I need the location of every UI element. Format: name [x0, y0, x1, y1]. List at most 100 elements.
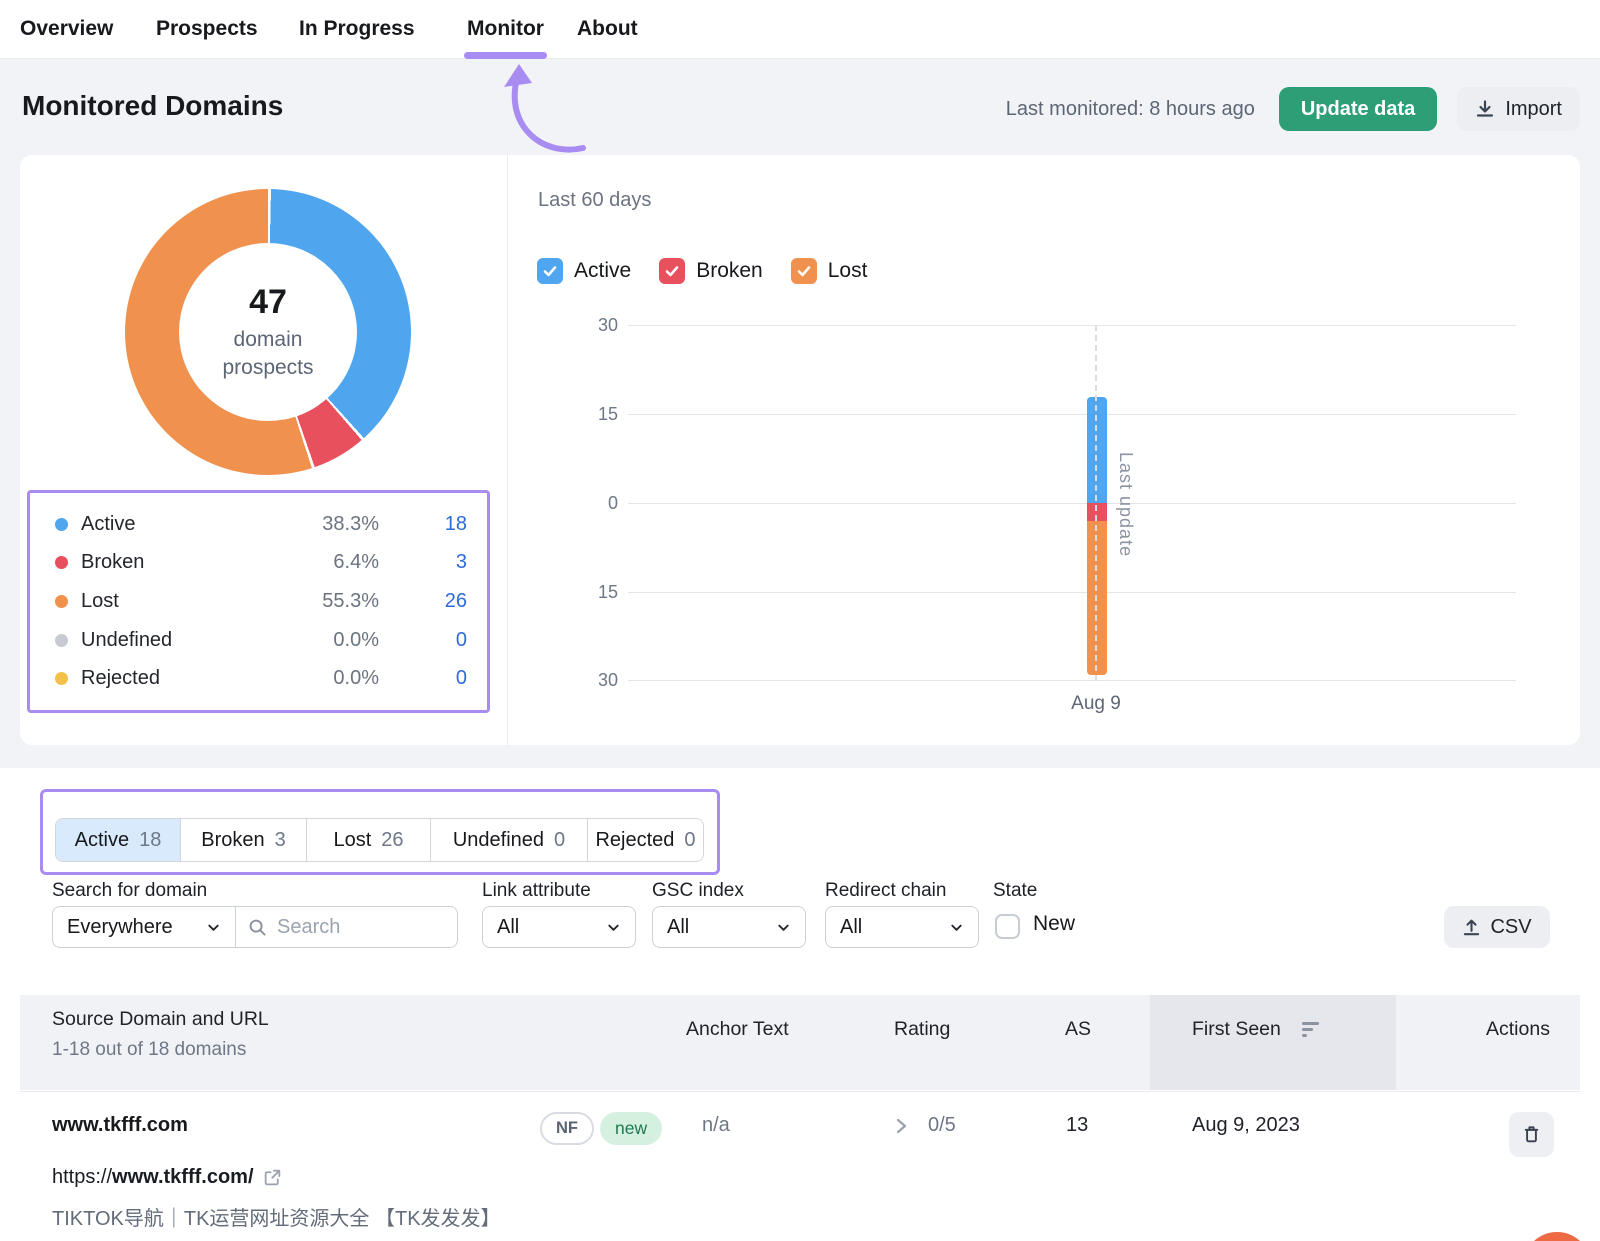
col-rating[interactable]: Rating [894, 1018, 950, 1041]
redirect-chain-value: All [840, 916, 862, 939]
legend-label: Undefined [81, 629, 279, 652]
tab-rejected[interactable]: Rejected 0 [588, 819, 703, 861]
y-tick: 30 [576, 670, 618, 691]
legend-row-broken: Broken 6.4% 3 [55, 551, 467, 574]
nav-tab-monitor[interactable]: Monitor [467, 0, 544, 59]
state-new-checkbox[interactable] [995, 914, 1020, 939]
donut-caption: domain prospects [203, 326, 333, 382]
checkbox-label: Lost [828, 259, 868, 283]
search-icon [248, 918, 267, 937]
nav-tab-in-progress[interactable]: In Progress [299, 0, 415, 59]
legend-count-link[interactable]: 26 [379, 590, 467, 613]
legend-count-link[interactable]: 0 [379, 667, 467, 690]
search-scope-dropdown[interactable]: Everywhere [52, 906, 235, 948]
redirect-chain-label: Redirect chain [825, 880, 946, 902]
nav-tab-about[interactable]: About [577, 0, 638, 59]
row-source-url-link[interactable]: https://www.tkfff.com/ [52, 1166, 282, 1189]
legend-row-undefined: Undefined 0.0% 0 [55, 629, 467, 652]
legend-count-link[interactable]: 0 [379, 629, 467, 652]
sort-descending-icon[interactable] [1302, 1022, 1319, 1037]
domain-status-donut-chart[interactable]: 47 domain prospects [125, 189, 411, 475]
csv-button-label: CSV [1490, 916, 1531, 939]
legend-label: Active [81, 513, 279, 536]
domain-search-field[interactable] [235, 906, 458, 948]
chevron-down-icon [776, 920, 791, 935]
tab-count: 0 [554, 829, 565, 852]
legend-pct: 55.3% [279, 590, 379, 613]
legend-count-link[interactable]: 18 [379, 513, 467, 536]
broken-dot-icon [55, 556, 68, 569]
tab-lost[interactable]: Lost 26 [307, 819, 431, 861]
legend-label: Rejected [81, 667, 279, 690]
active-checkbox-icon [537, 258, 563, 284]
status-tabs: Active 18 Broken 3 Lost 26 Undefined 0 R… [55, 818, 704, 862]
bar-broken[interactable] [1087, 503, 1107, 521]
nav-tab-prospects[interactable]: Prospects [156, 0, 258, 59]
checkbox-broken[interactable]: Broken [659, 258, 763, 284]
legend-row-lost: Lost 55.3% 26 [55, 590, 467, 613]
col-first-seen[interactable]: First Seen [1192, 1018, 1281, 1041]
last-monitored-text: Last monitored: 8 hours ago [1006, 98, 1255, 121]
row-page-title: TIKTOK导航｜TK运营网址资源大全 【TK发发发】 [52, 1202, 501, 1231]
redirect-chain-dropdown[interactable]: All [825, 906, 979, 948]
annotation-legend-box: Active 38.3% 18 Broken 6.4% 3 Lost 55.3%… [27, 490, 490, 713]
search-domain-label: Search for domain [52, 880, 207, 902]
expand-chevron-icon[interactable] [890, 1115, 912, 1137]
col-source-domain: Source Domain and URL [52, 1008, 269, 1031]
bar-active[interactable] [1087, 397, 1107, 504]
download-icon [1475, 99, 1495, 119]
last-update-dashed-line [1095, 325, 1097, 681]
legend-pct: 0.0% [279, 629, 379, 652]
nav-tab-overview[interactable]: Overview [20, 0, 113, 59]
tab-label: Undefined [453, 829, 544, 852]
col-actions: Actions [1486, 1018, 1550, 1041]
domains-panel: Active 18 Broken 3 Lost 26 Undefined 0 R… [0, 768, 1600, 1241]
tab-label: Rejected [595, 829, 674, 852]
donut-center: 47 domain prospects [179, 243, 357, 421]
tab-count: 26 [381, 829, 403, 852]
lost-dot-icon [55, 595, 68, 608]
legend-pct: 6.4% [279, 551, 379, 574]
search-input[interactable] [277, 916, 427, 939]
y-tick: 30 [576, 315, 618, 336]
checkbox-lost[interactable]: Lost [791, 258, 868, 284]
gridline [628, 503, 1516, 504]
row-divider [20, 1091, 1580, 1092]
legend-count-link[interactable]: 3 [379, 551, 467, 574]
checkbox-label: Broken [696, 259, 763, 283]
checkbox-active[interactable]: Active [537, 258, 631, 284]
nofollow-badge: NF [540, 1112, 594, 1145]
state-new-label: New [1033, 912, 1075, 936]
gsc-index-dropdown[interactable]: All [652, 906, 806, 948]
col-source-count: 1-18 out of 18 domains [52, 1039, 246, 1061]
row-domain-link[interactable]: www.tkfff.com [52, 1114, 188, 1137]
link-attribute-dropdown[interactable]: All [482, 906, 636, 948]
bar-lost[interactable] [1087, 521, 1107, 675]
annotation-arrow [478, 62, 608, 157]
undefined-dot-icon [55, 634, 68, 647]
tab-broken[interactable]: Broken 3 [181, 819, 307, 861]
url-path: www.tkfff.com/ [112, 1166, 253, 1189]
tab-active[interactable]: Active 18 [56, 819, 181, 861]
row-anchor-text: n/a [702, 1114, 730, 1137]
y-tick: 0 [576, 493, 618, 514]
import-button[interactable]: Import [1457, 87, 1580, 131]
external-link-icon[interactable] [263, 1168, 282, 1187]
lost-checkbox-icon [791, 258, 817, 284]
trend-bar-chart: 30 15 0 15 30 Last update Aug 9 [628, 325, 1516, 681]
active-dot-icon [55, 518, 68, 531]
tab-undefined[interactable]: Undefined 0 [431, 819, 588, 861]
y-tick: 15 [576, 582, 618, 603]
overview-card: 47 domain prospects Active 38.3% 18 Brok… [20, 155, 1580, 745]
update-data-button[interactable]: Update data [1279, 87, 1437, 131]
delete-row-button[interactable] [1509, 1112, 1554, 1157]
export-icon [1462, 918, 1481, 937]
legend-pct: 0.0% [279, 667, 379, 690]
export-csv-button[interactable]: CSV [1444, 906, 1550, 948]
header-actions: Last monitored: 8 hours ago Update data … [1006, 87, 1580, 131]
tab-label: Broken [201, 829, 264, 852]
col-as[interactable]: AS [1065, 1018, 1091, 1041]
col-anchor-text[interactable]: Anchor Text [686, 1018, 789, 1041]
row-rating[interactable]: 0/5 [928, 1114, 956, 1137]
legend-row-active: Active 38.3% 18 [55, 513, 467, 536]
